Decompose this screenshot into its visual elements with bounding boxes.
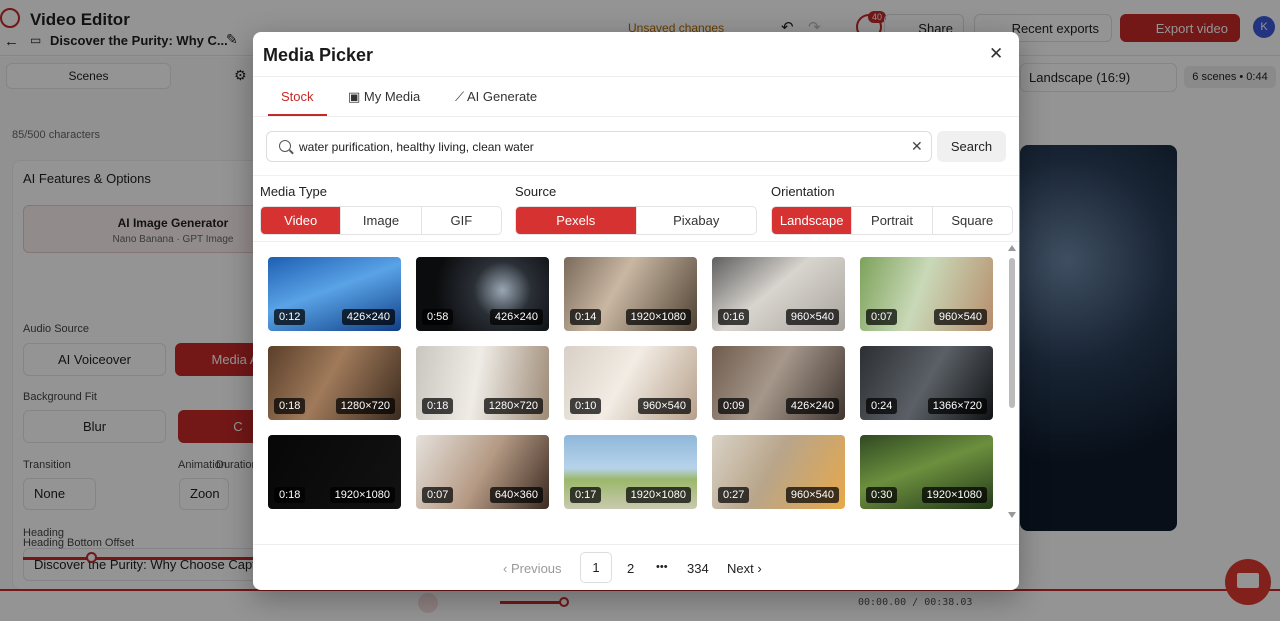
search-box: ✕ [266,131,932,162]
scrollbar-thumb[interactable] [1009,258,1015,408]
resolution-badge: 426×240 [785,398,839,414]
divider [253,241,1019,242]
tab-my-media-label: My Media [363,89,421,104]
duration-badge: 0:12 [274,309,306,325]
media-result-thumbnail[interactable]: 0:18 1280×720 [416,346,549,420]
duration-badge: 0:24 [866,398,898,414]
media-result-thumbnail[interactable]: 0:58 426×240 [416,257,549,331]
media-result-thumbnail[interactable]: 0:30 1920×1080 [860,435,993,509]
duration-badge: 0:17 [570,487,602,503]
source-toggle: Pexels Pixabay [515,206,757,235]
chevron-right-icon: › [753,561,762,576]
orientation-portrait[interactable]: Portrait [851,207,931,234]
divider [253,76,1019,77]
orientation-landscape[interactable]: Landscape [772,207,852,234]
duration-badge: 0:16 [718,309,750,325]
close-icon[interactable]: ✕ [989,44,1003,64]
results-scrollbar[interactable] [1008,245,1016,520]
search-input[interactable] [299,132,899,161]
tab-ai-generate[interactable]: ⟋ AI Generate [455,89,537,105]
media-type-toggle: Video Image GIF [260,206,502,235]
modal-title: Media Picker [263,45,374,65]
resolution-badge: 426×240 [489,309,543,325]
media-type-image[interactable]: Image [340,207,420,234]
scroll-up-icon[interactable] [1008,245,1016,251]
search-icon [279,140,291,152]
divider [253,544,1019,545]
scroll-down-icon[interactable] [1008,512,1016,518]
media-type-video[interactable]: Video [261,207,341,234]
media-type-gif[interactable]: GIF [420,207,501,234]
clear-icon[interactable]: ✕ [911,138,923,155]
resolution-badge: 1920×1080 [921,487,987,503]
media-type-label: Media Type [260,184,327,199]
media-result-thumbnail[interactable]: 0:07 640×360 [416,435,549,509]
media-result-thumbnail[interactable]: 0:07 960×540 [860,257,993,331]
media-result-thumbnail[interactable]: 0:09 426×240 [712,346,845,420]
divider [253,116,1019,117]
duration-badge: 0:27 [718,487,750,503]
chevron-left-icon: ‹ [503,561,511,576]
tab-stock[interactable]: Stock [281,89,314,104]
duration-badge: 0:30 [866,487,898,503]
media-result-thumbnail[interactable]: 0:16 960×540 [712,257,845,331]
resolution-badge: 960×540 [785,487,839,503]
image-icon: ▣ [348,89,364,104]
duration-badge: 0:18 [274,487,306,503]
media-result-thumbnail[interactable]: 0:14 1920×1080 [564,257,697,331]
resolution-badge: 1366×720 [927,398,987,414]
search-button[interactable]: Search [937,131,1006,162]
magic-wand-icon: ⟋ [455,89,467,104]
resolution-badge: 960×540 [933,309,987,325]
duration-badge: 0:18 [422,398,454,414]
page-last[interactable]: 334 [687,561,709,576]
orientation-square[interactable]: Square [931,207,1012,234]
media-result-thumbnail[interactable]: 0:18 1280×720 [268,346,401,420]
resolution-badge: 1920×1080 [329,487,395,503]
resolution-badge: 960×540 [637,398,691,414]
source-pixabay[interactable]: Pixabay [635,207,757,234]
orientation-toggle: Landscape Portrait Square [771,206,1013,235]
duration-badge: 0:07 [422,487,454,503]
duration-badge: 0:10 [570,398,602,414]
resolution-badge: 960×540 [785,309,839,325]
page-current[interactable]: 1 [580,552,612,583]
tab-my-media[interactable]: ▣ My Media [348,89,420,105]
media-result-thumbnail[interactable]: 0:12 426×240 [268,257,401,331]
next-page-button[interactable]: Next › [727,561,762,576]
resolution-badge: 1280×720 [335,398,395,414]
resolution-badge: 1920×1080 [625,487,691,503]
source-label: Source [515,184,557,199]
resolution-badge: 640×360 [489,487,543,503]
duration-badge: 0:09 [718,398,750,414]
media-result-thumbnail[interactable]: 0:10 960×540 [564,346,697,420]
duration-badge: 0:18 [274,398,306,414]
media-result-thumbnail[interactable]: 0:24 1366×720 [860,346,993,420]
duration-badge: 0:07 [866,309,898,325]
duration-badge: 0:58 [422,309,454,325]
orientation-label: Orientation [771,184,835,199]
duration-badge: 0:14 [570,309,602,325]
results-grid: 0:12 426×240 0:58 426×240 0:14 1920×1080 0:16 9… [268,257,1008,515]
resolution-badge: 1280×720 [483,398,543,414]
resolution-badge: 1920×1080 [625,309,691,325]
media-picker-modal: Media Picker ✕ Stock ▣ My Media ⟋ AI Gen… [253,32,1019,590]
media-result-thumbnail[interactable]: 0:17 1920×1080 [564,435,697,509]
next-label: Next [727,561,754,576]
page-ellipsis: ••• [656,561,668,573]
divider [253,175,1019,176]
media-result-thumbnail[interactable]: 0:18 1920×1080 [268,435,401,509]
source-pexels[interactable]: Pexels [516,207,636,234]
previous-page-button[interactable]: ‹ Previous [503,561,562,576]
resolution-badge: 426×240 [341,309,395,325]
previous-label: Previous [510,561,562,576]
media-result-thumbnail[interactable]: 0:27 960×540 [712,435,845,509]
page-2[interactable]: 2 [627,561,634,576]
tab-ai-generate-label: AI Generate [467,89,538,104]
